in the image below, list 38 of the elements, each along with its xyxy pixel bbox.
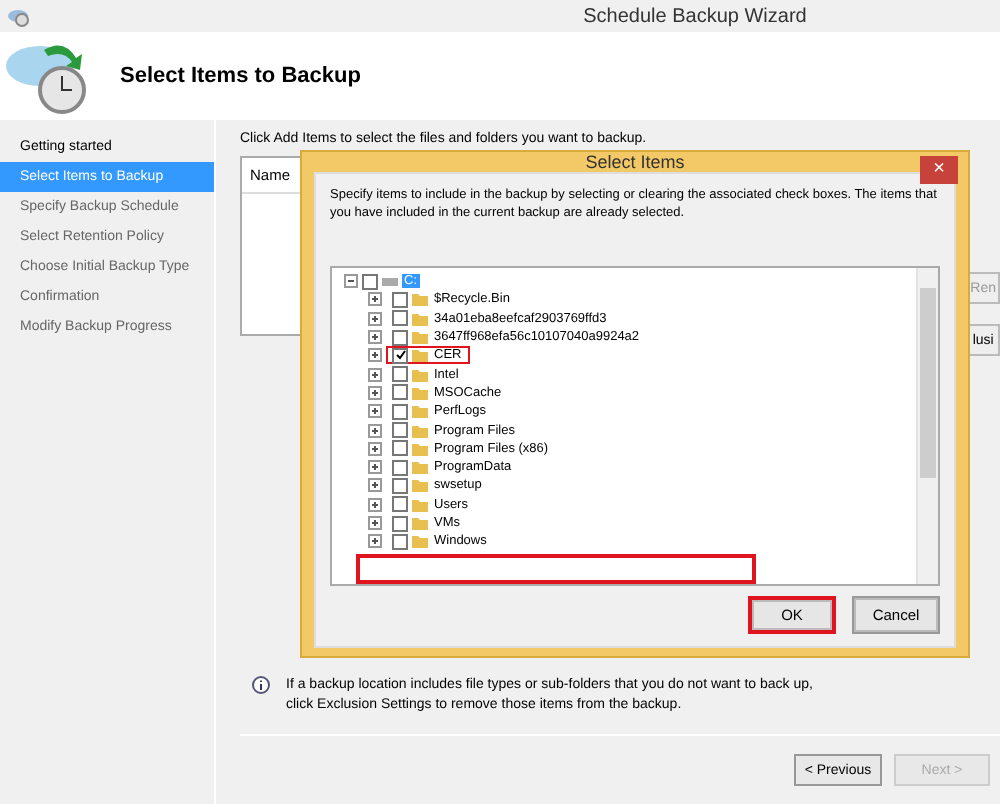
checkbox[interactable] <box>362 273 378 290</box>
checkbox[interactable] <box>392 515 408 531</box>
expand-icon <box>368 385 382 400</box>
checkbox[interactable] <box>392 422 408 439</box>
expand-icon <box>368 330 382 345</box>
checkbox[interactable] <box>392 459 408 476</box>
checkbox[interactable] <box>392 310 408 327</box>
check-icon <box>395 350 405 361</box>
checkbox[interactable] <box>392 347 408 364</box>
drive-icon <box>382 275 398 288</box>
expand-icon <box>368 292 382 307</box>
checkbox[interactable] <box>392 477 408 494</box>
expand-icon <box>368 348 382 363</box>
expand-icon <box>368 534 382 549</box>
checkbox[interactable] <box>392 329 408 346</box>
checkbox[interactable] <box>392 384 408 401</box>
expand-icon <box>368 478 382 493</box>
window-title: Schedule Backup Wizard <box>581 5 809 27</box>
collapse-icon[interactable] <box>344 274 358 289</box>
close-button[interactable]: × <box>920 156 958 184</box>
expand-icon <box>368 404 382 419</box>
app-icon <box>8 5 30 27</box>
checkbox[interactable] <box>392 366 408 383</box>
expand-icon <box>368 423 382 438</box>
expand-icon <box>368 497 382 512</box>
checkbox[interactable] <box>392 403 408 420</box>
page-title: Select Items to Backup <box>120 64 361 88</box>
expand-icon <box>368 460 382 475</box>
info-icon <box>252 676 270 694</box>
dialog-title: Select Items <box>585 152 685 172</box>
expand-icon <box>368 516 382 530</box>
checkbox[interactable] <box>392 440 408 457</box>
expand-icon <box>368 311 382 326</box>
expand-icon <box>368 367 382 382</box>
checkbox[interactable] <box>392 496 408 513</box>
checkbox[interactable] <box>392 291 408 308</box>
expand-icon <box>368 441 382 456</box>
checkbox[interactable] <box>392 533 408 550</box>
